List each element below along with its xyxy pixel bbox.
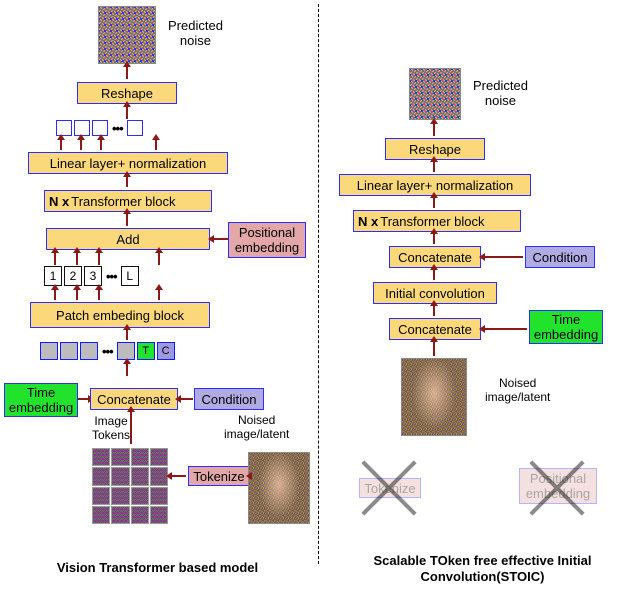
time-embedding-box: Time embedding bbox=[4, 383, 78, 417]
arrow bbox=[433, 270, 435, 280]
arrow bbox=[158, 290, 160, 300]
condition-label: Condition bbox=[202, 392, 257, 407]
noised-label: Noised image/latent bbox=[224, 413, 289, 441]
arrow bbox=[126, 214, 128, 226]
tokenize-label: Tokenize bbox=[364, 481, 415, 496]
arrow bbox=[433, 306, 435, 316]
arrow bbox=[485, 256, 523, 258]
arrow bbox=[130, 412, 132, 444]
left-panel: Predicted noise Reshape ••• Linear layer… bbox=[0, 0, 315, 597]
condition-label: Condition bbox=[533, 250, 588, 265]
concatenate-label: Concatenate bbox=[97, 392, 171, 407]
condition-box: Condition bbox=[525, 246, 595, 268]
arrow bbox=[98, 290, 100, 300]
arrow bbox=[214, 238, 228, 240]
transformer-label: Transformer block bbox=[71, 194, 175, 209]
arrow bbox=[433, 234, 435, 244]
tokenize-box-disabled: Tokenize bbox=[359, 478, 421, 498]
dots-icon: ••• bbox=[110, 121, 125, 136]
positional-embedding-box: Positional embedding bbox=[228, 222, 306, 258]
arrow bbox=[100, 140, 102, 150]
linear-label: Linear layer+ normalization bbox=[50, 156, 206, 171]
noised-image bbox=[401, 358, 467, 436]
img-token bbox=[40, 342, 58, 360]
arrow bbox=[98, 253, 100, 265]
image-tokens-row: ••• T C bbox=[40, 342, 175, 360]
arrow bbox=[126, 67, 128, 79]
arrow bbox=[433, 198, 435, 208]
out-token bbox=[127, 120, 143, 136]
patch-embed-block: Patch embeding block bbox=[30, 302, 210, 328]
reshape-label: Reshape bbox=[101, 86, 153, 101]
cond-token: C bbox=[157, 342, 175, 360]
tokenize-box: Tokenize bbox=[188, 466, 250, 486]
arrow bbox=[158, 253, 160, 265]
reshape-label: Reshape bbox=[409, 142, 461, 157]
arrow bbox=[126, 364, 128, 376]
img-token bbox=[60, 342, 78, 360]
patch-embed-label: Patch embeding block bbox=[56, 308, 184, 323]
add-block: Add bbox=[46, 228, 210, 250]
positional-embedding-box-disabled: Positional embedding bbox=[519, 468, 597, 504]
predicted-noise-label: Predicted noise bbox=[168, 18, 223, 48]
panel-divider bbox=[318, 4, 319, 564]
arrow bbox=[54, 290, 56, 300]
arrow bbox=[78, 398, 88, 400]
num-token: 3 bbox=[84, 266, 102, 286]
noised-label: Noised image/latent bbox=[485, 376, 550, 404]
positional-embedding-label: Positional embedding bbox=[233, 225, 301, 255]
arrow bbox=[126, 330, 128, 340]
arrow bbox=[172, 475, 186, 477]
concatenate2-label: Concatenate bbox=[398, 322, 472, 337]
numbered-tokens-row: 1 2 3 ••• L bbox=[44, 266, 139, 286]
right-panel: Predicted noise Reshape Linear layer+ no… bbox=[325, 0, 640, 597]
dots-icon: ••• bbox=[104, 269, 119, 284]
arrow bbox=[76, 290, 78, 300]
time-embedding-label: Time embedding bbox=[9, 385, 73, 415]
arrow bbox=[433, 342, 435, 356]
time-embedding-label: Time embedding bbox=[534, 312, 598, 342]
patch-grid bbox=[92, 448, 168, 524]
time-token: T bbox=[137, 342, 155, 360]
img-token bbox=[80, 342, 98, 360]
left-caption: Vision Transformer based model bbox=[0, 560, 315, 575]
arrow bbox=[80, 140, 82, 150]
initial-conv-label: Initial convolution bbox=[385, 286, 485, 301]
num-token: 2 bbox=[64, 266, 82, 286]
linear-label: Linear layer+ normalization bbox=[357, 178, 513, 193]
arrow bbox=[433, 124, 435, 136]
arrow bbox=[155, 140, 157, 150]
tokenize-label: Tokenize bbox=[193, 469, 244, 484]
arrow bbox=[126, 107, 128, 119]
arrow bbox=[433, 162, 435, 172]
transformer-n: N x bbox=[49, 194, 69, 209]
condition-box: Condition bbox=[194, 388, 264, 410]
transformer-n: N x bbox=[358, 214, 378, 229]
noised-image bbox=[248, 452, 310, 524]
arrow bbox=[76, 253, 78, 265]
transformer-label: Transformer block bbox=[380, 214, 484, 229]
dots-icon: ••• bbox=[100, 344, 115, 359]
num-token: L bbox=[121, 266, 139, 286]
image-tokens-label: Image Tokens bbox=[92, 414, 130, 442]
arrow bbox=[54, 253, 56, 265]
arrow bbox=[181, 398, 193, 400]
positional-embedding-label: Positional embedding bbox=[524, 471, 592, 501]
right-caption: Scalable TOken free effective Initial Co… bbox=[325, 553, 640, 586]
add-label: Add bbox=[116, 232, 139, 247]
arrow bbox=[485, 328, 527, 330]
time-embedding-box: Time embedding bbox=[529, 310, 603, 344]
predicted-noise-image bbox=[409, 68, 461, 120]
predicted-noise-image bbox=[98, 6, 156, 64]
predicted-noise-label: Predicted noise bbox=[473, 78, 528, 108]
arrow bbox=[126, 177, 128, 187]
concatenate1-label: Concatenate bbox=[398, 250, 472, 265]
arrow bbox=[60, 140, 62, 150]
num-token: 1 bbox=[44, 266, 62, 286]
